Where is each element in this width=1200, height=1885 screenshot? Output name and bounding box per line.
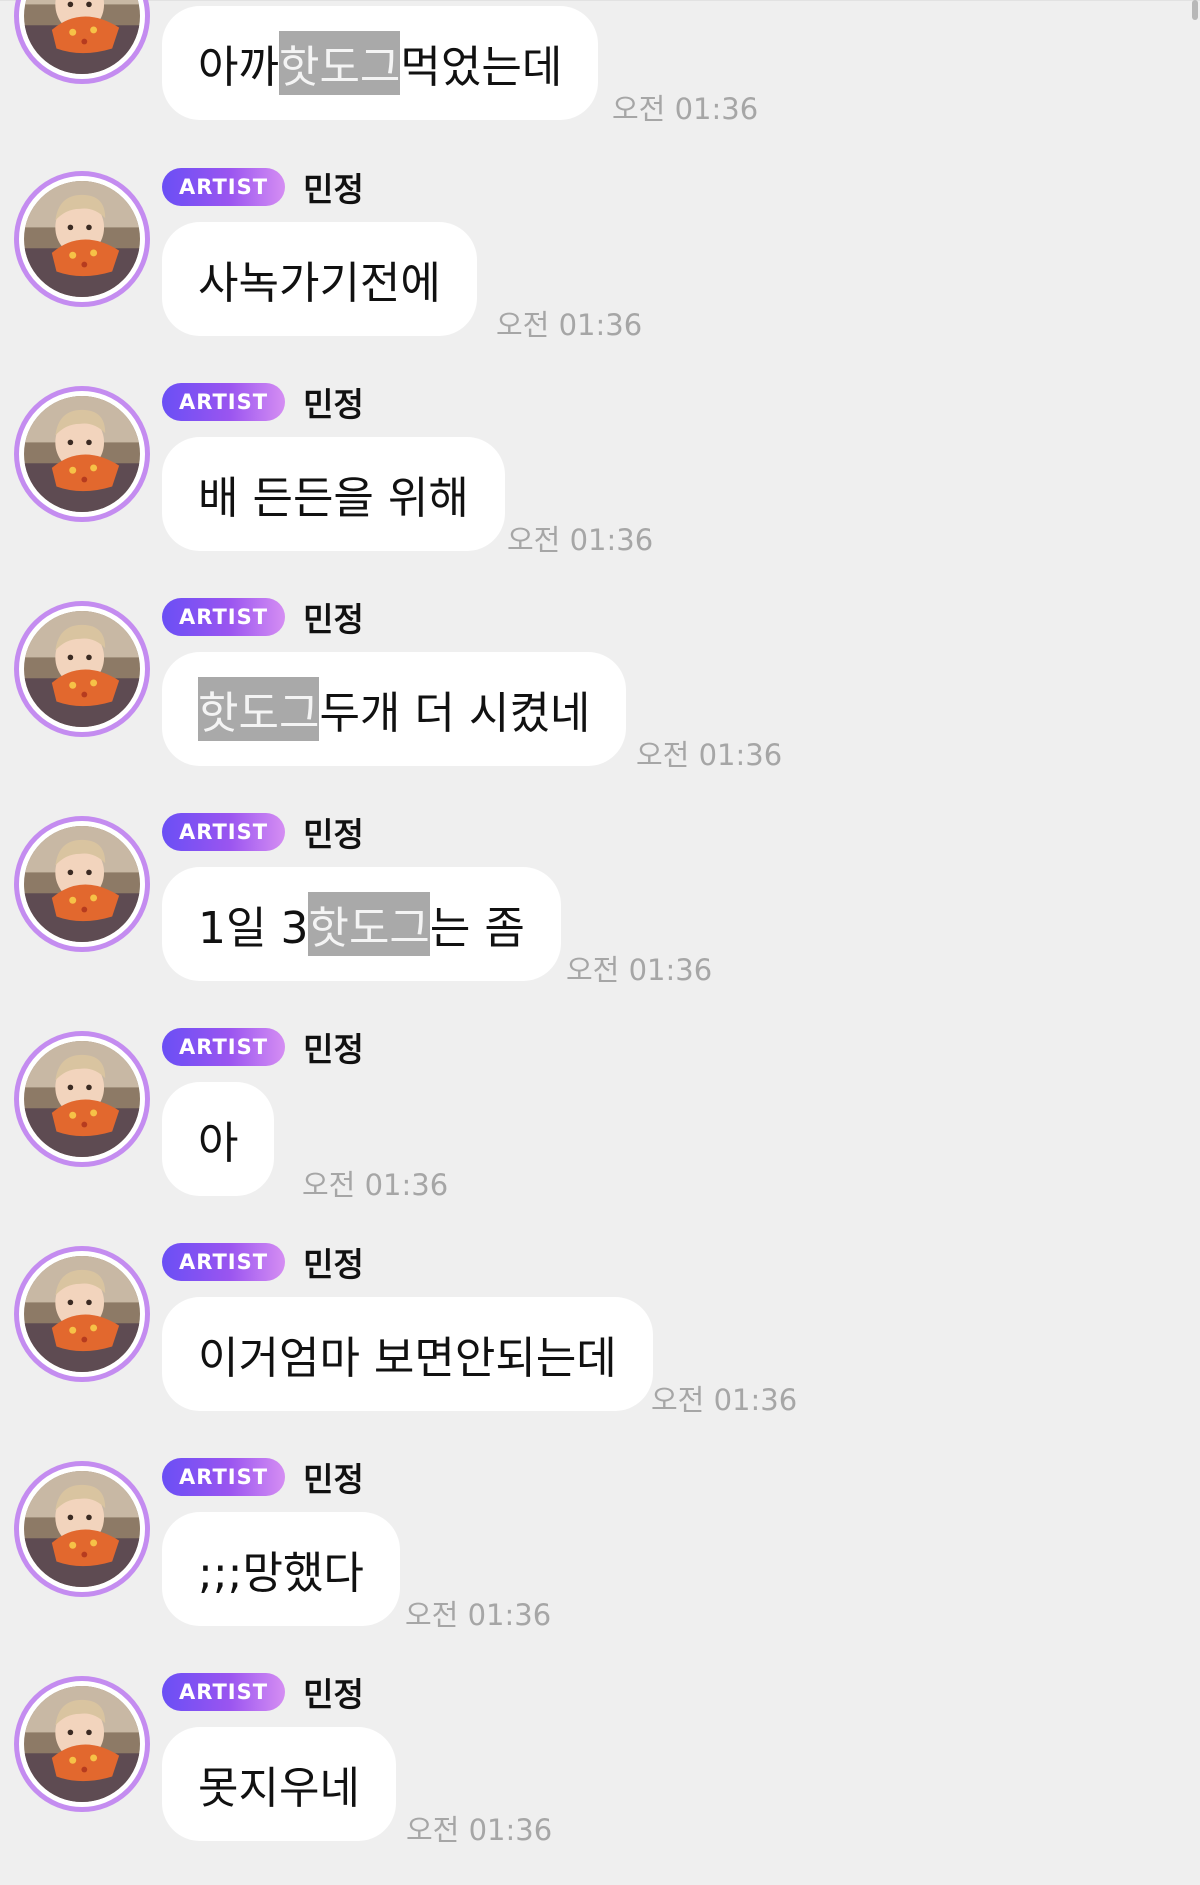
message-header: ARTIST 민정: [162, 1455, 364, 1499]
artist-badge: ARTIST: [162, 383, 286, 421]
avatar-photo-icon: [24, 826, 140, 942]
avatar-photo-icon: [24, 1471, 140, 1587]
message-header: ARTIST 민정: [162, 1025, 364, 1069]
message-header: ARTIST 민정: [162, 165, 364, 209]
message-timestamp: 오전 01:36: [405, 1598, 552, 1632]
message-text-highlight: 핫도그: [308, 892, 430, 956]
sender-name[interactable]: 민정: [303, 808, 364, 856]
avatar-photo-icon: [24, 1686, 140, 1802]
message-row: ARTIST 민정 ;;;망했다 오전 01:36: [0, 1455, 1200, 1670]
scrollbar-thumb[interactable]: [1192, 0, 1198, 20]
message-timestamp: 오전 01:36: [406, 1813, 553, 1847]
message-text-part: 1일 3: [198, 903, 309, 954]
message-timestamp: 오전 01:36: [496, 308, 643, 342]
artist-badge: ARTIST: [162, 813, 286, 851]
message-header: ARTIST 민정: [162, 1240, 364, 1284]
message-bubble[interactable]: 핫도그 두개 더 시켰네: [162, 652, 627, 766]
message-row: ARTIST 민정 배 든든을 위해 오전 01:36: [0, 380, 1200, 595]
artist-badge: ARTIST: [162, 1673, 286, 1711]
avatar-photo-icon: [24, 0, 140, 74]
sender-avatar[interactable]: [14, 1031, 150, 1167]
message-row: ARTIST 민정 아 오전 01:36: [0, 1025, 1200, 1240]
sender-avatar[interactable]: [14, 1246, 150, 1382]
message-header: ARTIST 민정: [162, 380, 364, 424]
artist-badge: ARTIST: [162, 1458, 286, 1496]
sender-avatar[interactable]: [14, 601, 150, 737]
sender-avatar[interactable]: [14, 386, 150, 522]
message-row: ARTIST 민정 못지우네 오전 01:36: [0, 1670, 1200, 1885]
message-text-highlight: 핫도그: [278, 31, 401, 95]
sender-avatar[interactable]: [14, 171, 150, 307]
artist-badge: ARTIST: [162, 1028, 286, 1066]
artist-badge: ARTIST: [162, 1243, 286, 1281]
message-timestamp: 오전 01:36: [612, 92, 759, 126]
message-timestamp: 오전 01:36: [651, 1383, 798, 1417]
sender-name[interactable]: 민정: [303, 378, 364, 426]
message-text-part: 두개 더 시켰네: [319, 688, 591, 739]
sender-avatar[interactable]: [14, 1676, 150, 1812]
message-row: ARTIST 민정 핫도그 두개 더 시켰네 오전 01:36: [0, 595, 1200, 810]
avatar-photo-icon: [24, 1041, 140, 1157]
message-text-highlight: 핫도그: [198, 677, 320, 741]
message-timestamp: 오전 01:36: [636, 738, 783, 772]
sender-name[interactable]: 민정: [303, 163, 364, 211]
message-text-part: ;;;망했다: [198, 1548, 364, 1599]
message-bubble[interactable]: ;;;망했다: [162, 1512, 400, 1626]
sender-avatar[interactable]: [14, 1461, 150, 1597]
message-timestamp: 오전 01:36: [566, 953, 713, 987]
message-text-part: 는 좀: [429, 903, 525, 954]
message-bubble[interactable]: 아까 핫도그 먹었는데: [162, 6, 599, 120]
message-text-part: 아까: [198, 42, 279, 93]
message-header: ARTIST 민정: [162, 1670, 364, 1714]
message-row: ARTIST 민정 1일 3 핫도그 는 좀 오전 01:36: [0, 810, 1200, 1025]
message-bubble[interactable]: 이거엄마 보면안되는데: [162, 1297, 653, 1411]
sender-name[interactable]: 민정: [303, 1453, 364, 1501]
message-row: ARTIST 민정 사녹가기전에 오전 01:36: [0, 165, 1200, 380]
avatar-photo-icon: [24, 396, 140, 512]
artist-badge: ARTIST: [162, 168, 286, 206]
artist-badge: ARTIST: [162, 598, 286, 636]
message-timestamp: 오전 01:36: [507, 523, 654, 557]
message-text-part: 아: [198, 1118, 239, 1169]
chat-list[interactable]: 아까 핫도그 먹었는데 오전 01:36 ARTIST 민정 사녹가기전에 오전…: [0, 0, 1200, 1870]
sender-name[interactable]: 민정: [303, 1023, 364, 1071]
message-bubble[interactable]: 배 든든을 위해: [162, 437, 505, 551]
message-timestamp: 오전 01:36: [302, 1168, 449, 1202]
avatar-photo-icon: [24, 611, 140, 727]
message-bubble[interactable]: 1일 3 핫도그 는 좀: [162, 867, 561, 981]
sender-avatar[interactable]: [14, 816, 150, 952]
message-header: ARTIST 민정: [162, 595, 364, 639]
message-bubble[interactable]: 아: [162, 1082, 275, 1196]
message-text-part: 배 든든을 위해: [198, 473, 469, 524]
message-bubble[interactable]: 못지우네: [162, 1727, 396, 1841]
message-text-part: 못지우네: [198, 1763, 360, 1814]
avatar-photo-icon: [24, 181, 140, 297]
sender-name[interactable]: 민정: [303, 593, 364, 641]
message-text-part: 먹었는데: [400, 42, 563, 93]
sender-name[interactable]: 민정: [303, 1238, 364, 1286]
message-header: ARTIST 민정: [162, 810, 364, 854]
message-text-part: 이거엄마 보면안되는데: [198, 1333, 617, 1384]
sender-avatar[interactable]: [14, 0, 150, 84]
avatar-photo-icon: [24, 1256, 140, 1372]
message-row: ARTIST 민정 이거엄마 보면안되는데 오전 01:36: [0, 1240, 1200, 1455]
sender-name[interactable]: 민정: [303, 1668, 364, 1716]
message-text-part: 사녹가기전에: [198, 258, 441, 309]
message-bubble[interactable]: 사녹가기전에: [162, 222, 477, 336]
